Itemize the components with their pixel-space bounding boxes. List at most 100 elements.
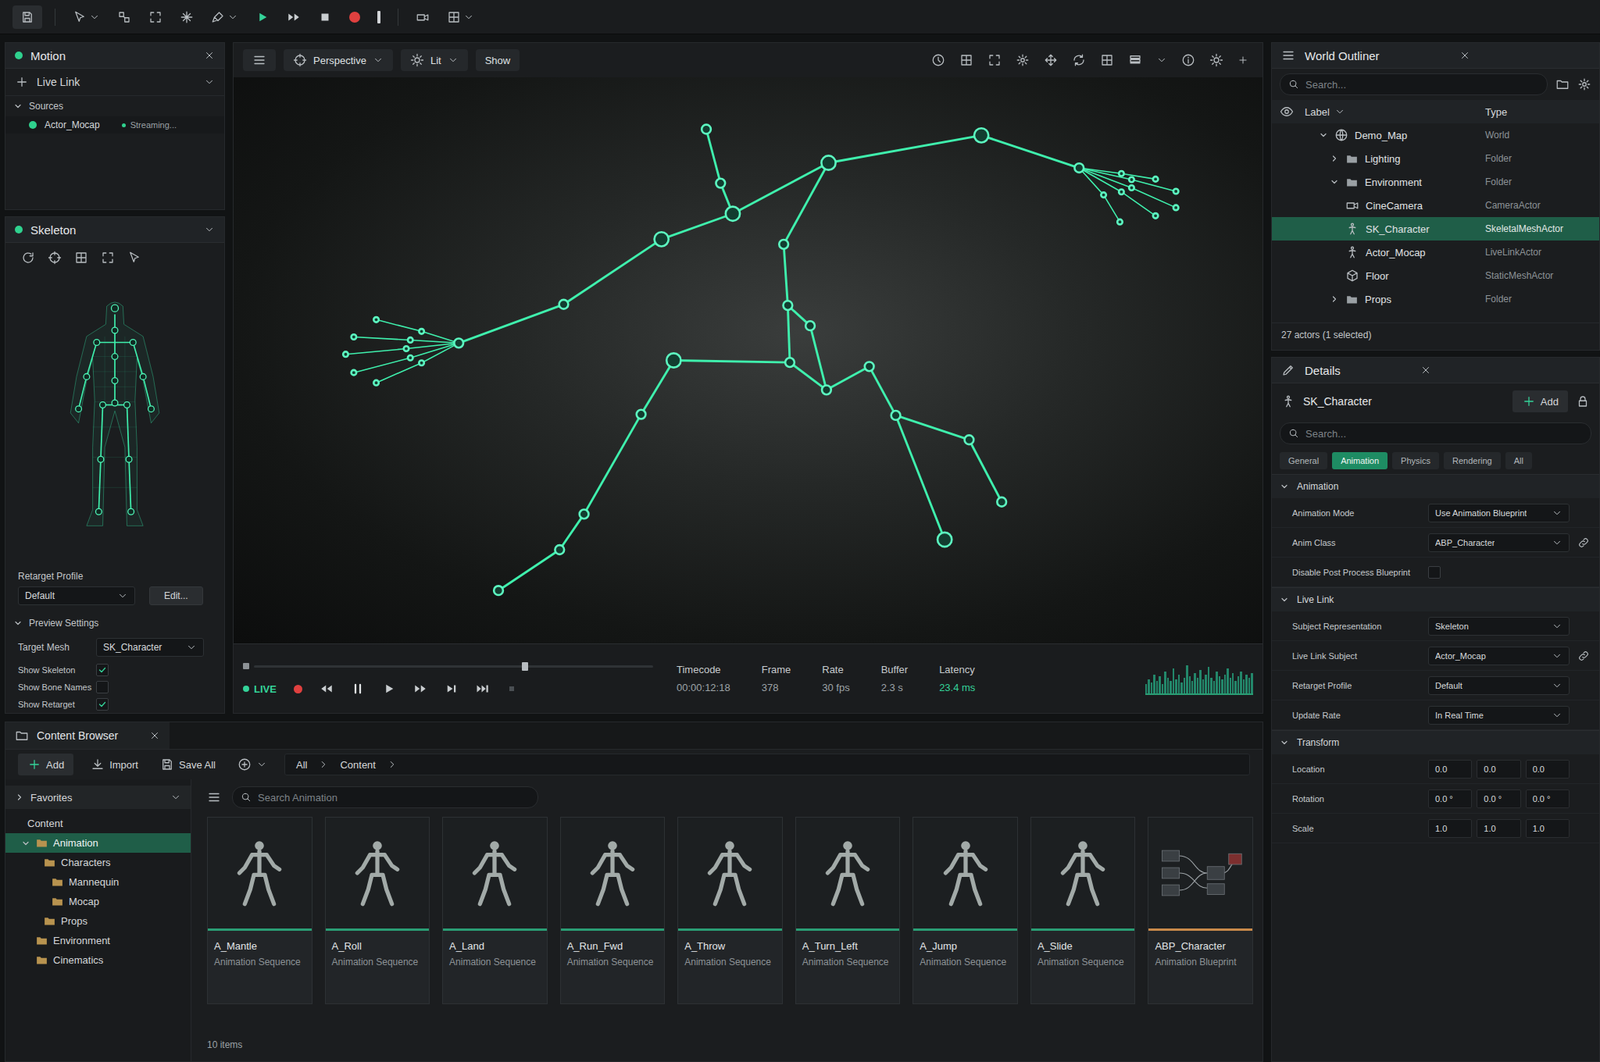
folder-item[interactable]: Animation bbox=[5, 833, 191, 854]
folder-item[interactable]: Content bbox=[5, 814, 191, 834]
folder-item[interactable]: Environment bbox=[5, 931, 191, 951]
info-icon[interactable] bbox=[1181, 53, 1196, 68]
live-indicator[interactable]: LIVE bbox=[242, 683, 277, 696]
number-field[interactable]: 0.0 ° bbox=[1525, 789, 1570, 809]
play-button[interactable] bbox=[382, 682, 397, 697]
checkbox[interactable] bbox=[1428, 566, 1441, 579]
add-button[interactable]: Add bbox=[17, 753, 74, 776]
fast-forward-button[interactable] bbox=[413, 682, 428, 697]
number-field[interactable]: 0.0 bbox=[1476, 760, 1521, 779]
number-field[interactable]: 1.0 bbox=[1428, 819, 1472, 839]
number-field[interactable]: 0.0 ° bbox=[1428, 789, 1472, 809]
number-field[interactable]: 1.0 bbox=[1525, 819, 1570, 839]
checkbox[interactable] bbox=[96, 664, 109, 677]
frame-icon[interactable] bbox=[987, 53, 1002, 68]
paint-button[interactable] bbox=[206, 5, 243, 29]
camera-button[interactable] bbox=[410, 5, 435, 29]
asset-tile[interactable]: A_ThrowAnimation Sequence bbox=[677, 817, 783, 1005]
details-tab[interactable]: General bbox=[1279, 452, 1328, 470]
pause-bar-button[interactable] bbox=[372, 5, 386, 29]
property-dropdown[interactable]: Use Animation Blueprint bbox=[1428, 503, 1570, 523]
number-field[interactable]: 0.0 ° bbox=[1476, 789, 1521, 809]
transform-button[interactable] bbox=[112, 5, 136, 29]
checkbox[interactable] bbox=[96, 698, 109, 711]
plus-icon[interactable] bbox=[1237, 54, 1249, 66]
step-forward-button[interactable] bbox=[444, 682, 459, 697]
property-dropdown[interactable]: Skeleton bbox=[1428, 617, 1570, 636]
folder-item[interactable]: Mannequin bbox=[5, 872, 191, 893]
checkbox[interactable] bbox=[96, 681, 109, 694]
property-dropdown[interactable]: Actor_Mocap bbox=[1428, 646, 1570, 666]
breadcrumb-item[interactable]: All bbox=[296, 759, 308, 772]
number-field[interactable]: 1.0 bbox=[1476, 819, 1521, 839]
stop-button[interactable] bbox=[313, 5, 337, 29]
outliner-row[interactable]: SK_CharacterSkeletalMeshActor bbox=[1271, 217, 1600, 241]
grid-icon[interactable] bbox=[959, 53, 974, 68]
lighting-dropdown[interactable]: Lit bbox=[400, 49, 468, 72]
close-icon[interactable] bbox=[203, 50, 215, 61]
property-dropdown[interactable]: In Real Time bbox=[1428, 706, 1570, 725]
target-icon[interactable] bbox=[47, 250, 62, 265]
property-dropdown[interactable]: ABP_Character bbox=[1428, 533, 1570, 553]
close-icon[interactable] bbox=[1420, 364, 1432, 376]
asset-tile[interactable]: A_SlideAnimation Sequence bbox=[1030, 817, 1136, 1005]
asset-tile[interactable]: A_LandAnimation Sequence bbox=[442, 817, 548, 1005]
clock-icon[interactable] bbox=[931, 53, 946, 68]
folder-item[interactable]: Cinematics bbox=[5, 950, 191, 971]
skip-end-button[interactable] bbox=[475, 682, 490, 697]
viewport-scene[interactable] bbox=[233, 77, 1263, 644]
play-button[interactable] bbox=[250, 5, 275, 29]
number-field[interactable]: 0.0 bbox=[1525, 760, 1570, 779]
import-button[interactable]: Import bbox=[85, 753, 143, 776]
asset-tile[interactable]: A_Turn_LeftAnimation Sequence bbox=[795, 817, 901, 1005]
sources-header[interactable]: Sources bbox=[5, 96, 225, 117]
edit-button[interactable]: Edit... bbox=[149, 586, 204, 606]
section-header[interactable]: Animation bbox=[1271, 474, 1600, 499]
details-tab[interactable]: Physics bbox=[1392, 452, 1440, 470]
asset-search[interactable]: Search Animation bbox=[232, 786, 539, 809]
outliner-row[interactable]: Demo_MapWorld bbox=[1271, 123, 1600, 147]
move-icon[interactable] bbox=[1043, 53, 1058, 68]
stop-button[interactable] bbox=[507, 684, 517, 694]
cursor-icon[interactable] bbox=[127, 250, 142, 265]
source-row[interactable]: Actor_MocapStreaming... bbox=[5, 116, 225, 134]
add-component-button[interactable]: Add bbox=[1512, 390, 1568, 413]
pause-button[interactable] bbox=[350, 682, 365, 697]
outliner-row[interactable]: LightingFolder bbox=[1271, 146, 1600, 171]
outliner-search[interactable]: Search... bbox=[1279, 73, 1548, 96]
layout-icon[interactable] bbox=[1128, 53, 1143, 68]
history-button[interactable] bbox=[232, 753, 272, 776]
rotate-icon[interactable] bbox=[1071, 53, 1086, 68]
grid-icon[interactable] bbox=[74, 250, 89, 265]
eye-icon[interactable] bbox=[1279, 104, 1294, 119]
gear-icon[interactable] bbox=[1577, 77, 1592, 92]
filter-icon[interactable] bbox=[207, 790, 222, 805]
layout-button[interactable] bbox=[442, 5, 479, 29]
link-icon[interactable] bbox=[1577, 536, 1590, 550]
save-all-button[interactable]: Save All bbox=[155, 753, 221, 776]
select-mode-button[interactable] bbox=[67, 5, 105, 29]
preview-settings-header[interactable]: Preview Settings bbox=[5, 613, 225, 634]
outliner-row[interactable]: PropsFolder bbox=[1271, 287, 1600, 311]
record-button[interactable] bbox=[293, 685, 303, 694]
folder-add-icon[interactable] bbox=[1555, 77, 1570, 92]
folder-item[interactable]: Mocap bbox=[5, 892, 191, 912]
favorites-header[interactable]: Favorites bbox=[5, 785, 191, 810]
live-link-row[interactable]: Live Link bbox=[5, 68, 225, 97]
breadcrumb-item[interactable]: Content bbox=[339, 759, 376, 772]
property-dropdown[interactable]: Default bbox=[1428, 676, 1570, 696]
grid-snap-icon[interactable] bbox=[1100, 53, 1115, 68]
asset-tile[interactable]: ABP_CharacterAnimation Blueprint bbox=[1147, 817, 1254, 1005]
close-icon[interactable] bbox=[149, 730, 161, 742]
section-header[interactable]: Transform bbox=[1271, 730, 1600, 755]
asset-tile[interactable]: A_Run_FwdAnimation Sequence bbox=[560, 817, 666, 1005]
details-tab[interactable]: All bbox=[1505, 452, 1533, 470]
effects-button[interactable] bbox=[175, 5, 199, 29]
content-browser-tab[interactable]: Content Browser bbox=[5, 722, 170, 750]
number-field[interactable]: 0.0 bbox=[1428, 760, 1472, 779]
outliner-row[interactable]: Actor_MocapLiveLinkActor bbox=[1271, 240, 1600, 265]
section-header[interactable]: Live Link bbox=[1271, 587, 1600, 612]
settings-icon[interactable] bbox=[1209, 53, 1224, 68]
view-mode-dropdown[interactable]: Perspective bbox=[283, 49, 393, 72]
details-tab[interactable]: Rendering bbox=[1443, 452, 1501, 470]
